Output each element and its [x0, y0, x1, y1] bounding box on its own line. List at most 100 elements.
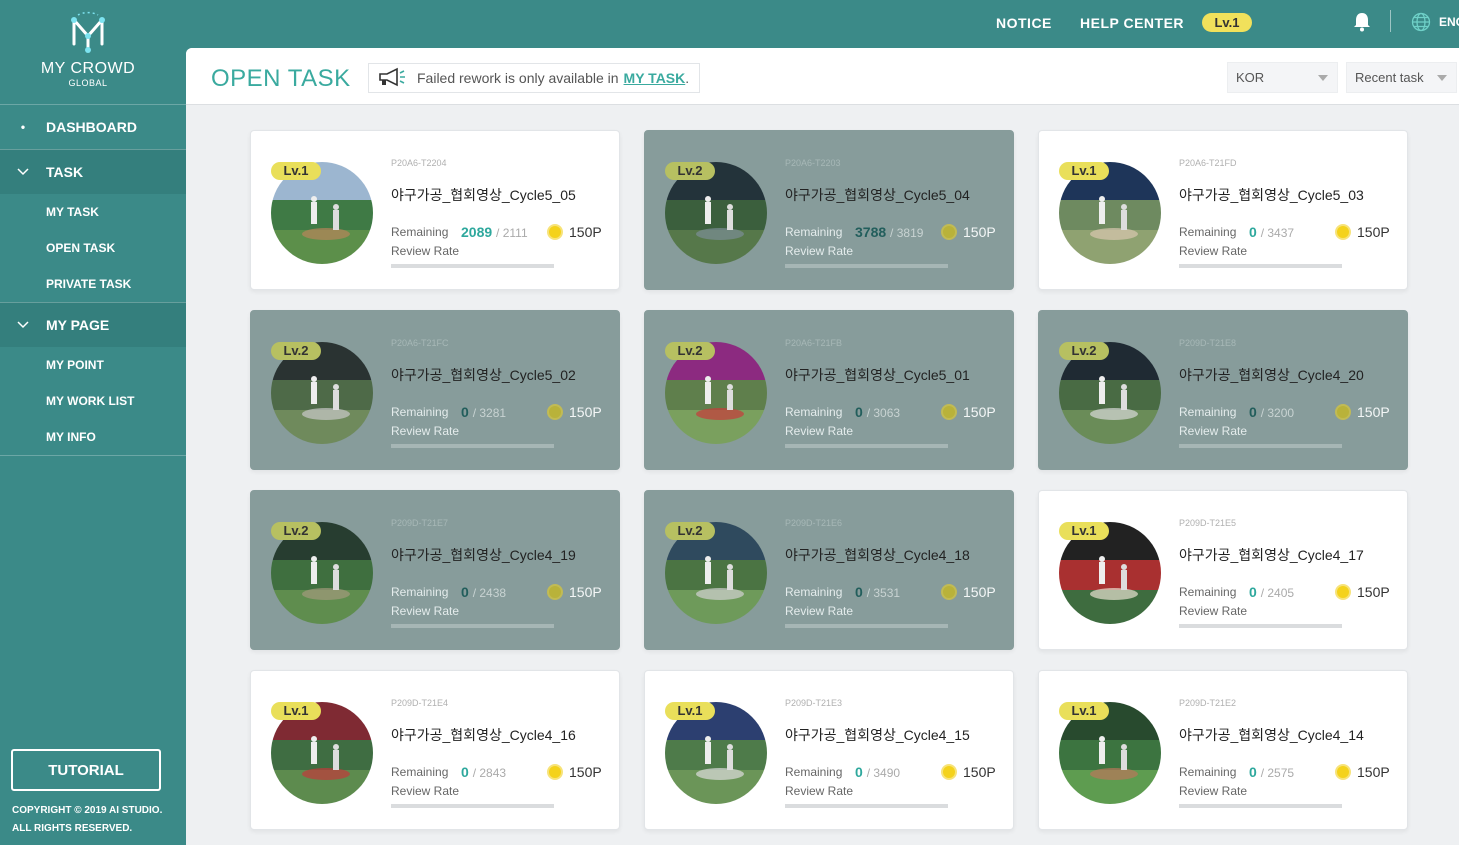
- help-center-link[interactable]: HELP CENTER: [1080, 15, 1184, 31]
- review-rate-label: Review Rate: [1179, 244, 1248, 258]
- remaining-count: 0: [461, 584, 469, 600]
- remaining-total: / 3200: [1260, 406, 1295, 420]
- sidebar-item-my-page[interactable]: MY PAGE: [0, 302, 186, 347]
- sidebar-item-my-info[interactable]: MY INFO: [0, 419, 186, 455]
- remaining-value: 0 / 3531: [855, 584, 900, 600]
- sidebar-item-private-task[interactable]: PRIVATE TASK: [0, 266, 186, 302]
- task-card[interactable]: Lv.2 P20A6-T21FC 야구가공_협회영상_Cycle5_02 Rem…: [250, 310, 620, 470]
- review-rate-bar: [1179, 444, 1342, 448]
- sort-select[interactable]: Recent task: [1346, 62, 1457, 93]
- task-name: 야구가공_협회영상_Cycle4_17: [1179, 547, 1364, 563]
- sidebar-item-my-task[interactable]: MY TASK: [0, 194, 186, 230]
- coin-icon: [547, 404, 563, 420]
- task-card[interactable]: Lv.1 P209D-T21E2 야구가공_협회영상_Cycle4_14 Rem…: [1038, 670, 1408, 830]
- task-name: 야구가공_협회영상_Cycle5_01: [785, 367, 970, 383]
- sidebar: MY CROWD GLOBAL • DASHBOARD TASK MY TASK…: [0, 0, 186, 845]
- remaining-total: / 2111: [496, 226, 528, 240]
- task-name: 야구가공_협회영상_Cycle5_02: [391, 367, 576, 383]
- level-badge: Lv.2: [665, 342, 715, 360]
- remaining-label: Remaining: [785, 765, 843, 779]
- review-rate-label: Review Rate: [785, 244, 854, 258]
- review-rate-label: Review Rate: [391, 244, 460, 258]
- level-badge: Lv.1: [271, 162, 321, 180]
- chevron-down-icon: [0, 165, 46, 179]
- task-card[interactable]: Lv.2 P20A6-T2203 야구가공_협회영상_Cycle5_04 Rem…: [644, 130, 1014, 290]
- sidebar-item-open-task[interactable]: OPEN TASK: [0, 230, 186, 266]
- task-card[interactable]: Lv.1 P209D-T21E5 야구가공_협회영상_Cycle4_17 Rem…: [1038, 490, 1408, 650]
- language-select[interactable]: KOR: [1227, 62, 1338, 93]
- level-badge: Lv.2: [271, 342, 321, 360]
- task-card[interactable]: Lv.2 P209D-T21E8 야구가공_협회영상_Cycle4_20 Rem…: [1038, 310, 1408, 470]
- task-card[interactable]: Lv.1 P20A6-T21FD 야구가공_협회영상_Cycle5_03 Rem…: [1038, 130, 1408, 290]
- task-points: 150P: [569, 224, 602, 240]
- coin-icon: [547, 224, 563, 240]
- main-content: OPEN TASK Failed rework is only availabl…: [186, 48, 1459, 845]
- coin-icon: [941, 584, 957, 600]
- remaining-label: Remaining: [1179, 405, 1237, 419]
- remaining-value: 0 / 2575: [1249, 764, 1294, 780]
- remaining-label: Remaining: [391, 405, 449, 419]
- remaining-total: / 2438: [472, 586, 507, 600]
- remaining-count: 0: [1249, 404, 1257, 420]
- review-rate-label: Review Rate: [785, 424, 854, 438]
- sidebar-item-my-work-list[interactable]: MY WORK LIST: [0, 383, 186, 419]
- task-card[interactable]: Lv.2 P209D-T21E7 야구가공_협회영상_Cycle4_19 Rem…: [250, 490, 620, 650]
- task-points: 150P: [569, 404, 602, 420]
- remaining-value: 0 / 3200: [1249, 404, 1294, 420]
- task-points: 150P: [1357, 224, 1390, 240]
- review-rate-bar: [391, 444, 554, 448]
- task-card[interactable]: Lv.2 P209D-T21E6 야구가공_협회영상_Cycle4_18 Rem…: [644, 490, 1014, 650]
- notice-text: Failed rework is only available in: [417, 70, 619, 86]
- coin-icon: [547, 764, 563, 780]
- chevron-down-icon: [0, 318, 46, 332]
- task-name: 야구가공_협회영상_Cycle4_18: [785, 547, 970, 563]
- task-card[interactable]: Lv.1 P209D-T21E4 야구가공_협회영상_Cycle4_16 Rem…: [250, 670, 620, 830]
- task-code: P20A6-T21FB: [785, 338, 843, 348]
- task-code: P20A6-T2203: [785, 158, 841, 168]
- task-code: P209D-T21E8: [1179, 338, 1237, 348]
- notice-link[interactable]: NOTICE: [996, 15, 1052, 31]
- remaining-count: 2089: [461, 224, 493, 240]
- my-task-link[interactable]: MY TASK: [624, 70, 686, 86]
- task-code: P209D-T21E2: [1179, 698, 1237, 708]
- sidebar-item-dashboard[interactable]: • DASHBOARD: [0, 104, 186, 149]
- remaining-label: Remaining: [785, 405, 843, 419]
- page-header: OPEN TASK Failed rework is only availabl…: [186, 48, 1459, 105]
- level-badge: Lv.2: [665, 162, 715, 180]
- remaining-count: 0: [1249, 584, 1257, 600]
- tutorial-button[interactable]: TUTORIAL: [11, 749, 161, 791]
- language-toggle[interactable]: ENG: [1439, 15, 1459, 29]
- sidebar-item-my-point[interactable]: MY POINT: [0, 347, 186, 383]
- level-badge: Lv.2: [1059, 342, 1109, 360]
- task-code: P209D-T21E4: [391, 698, 449, 708]
- remaining-value: 0 / 2438: [461, 584, 506, 600]
- sidebar-nav: • DASHBOARD TASK MY TASK OPEN TASK PRIVA…: [0, 104, 186, 456]
- logo[interactable]: MY CROWD GLOBAL: [0, 10, 176, 88]
- task-code: P209D-T21E6: [785, 518, 843, 528]
- task-card[interactable]: Lv.2 P20A6-T21FB 야구가공_협회영상_Cycle5_01 Rem…: [644, 310, 1014, 470]
- copyright-line: COPYRIGHT © 2019 AI STUDIO.: [12, 805, 163, 816]
- notice-banner: Failed rework is only available in MY TA…: [368, 63, 701, 93]
- task-card[interactable]: Lv.1 P209D-T21E3 야구가공_협회영상_Cycle4_15 Rem…: [644, 670, 1014, 830]
- remaining-label: Remaining: [1179, 225, 1237, 239]
- remaining-value: 3788 / 3819: [855, 224, 923, 240]
- bullet-icon: •: [20, 120, 26, 134]
- globe-icon[interactable]: [1411, 12, 1431, 37]
- remaining-count: 0: [855, 764, 863, 780]
- copyright-line: ALL RIGHTS RESERVED.: [12, 823, 133, 834]
- task-name: 야구가공_협회영상_Cycle4_16: [391, 727, 576, 743]
- bell-icon[interactable]: [1353, 12, 1371, 37]
- task-card[interactable]: Lv.1 P20A6-T2204 야구가공_협회영상_Cycle5_05 Rem…: [250, 130, 620, 290]
- sidebar-item-task[interactable]: TASK: [0, 149, 186, 194]
- remaining-total: / 2405: [1260, 586, 1295, 600]
- review-rate-label: Review Rate: [391, 424, 460, 438]
- remaining-label: Remaining: [391, 225, 449, 239]
- crowd-logo-icon: [71, 11, 105, 53]
- remaining-value: 0 / 3281: [461, 404, 506, 420]
- remaining-value: 2089 / 2111: [461, 224, 528, 240]
- remaining-total: / 2575: [1260, 766, 1295, 780]
- remaining-count: 0: [855, 404, 863, 420]
- task-name: 야구가공_협회영상_Cycle4_14: [1179, 727, 1364, 743]
- task-points: 150P: [569, 584, 602, 600]
- review-rate-label: Review Rate: [391, 784, 460, 798]
